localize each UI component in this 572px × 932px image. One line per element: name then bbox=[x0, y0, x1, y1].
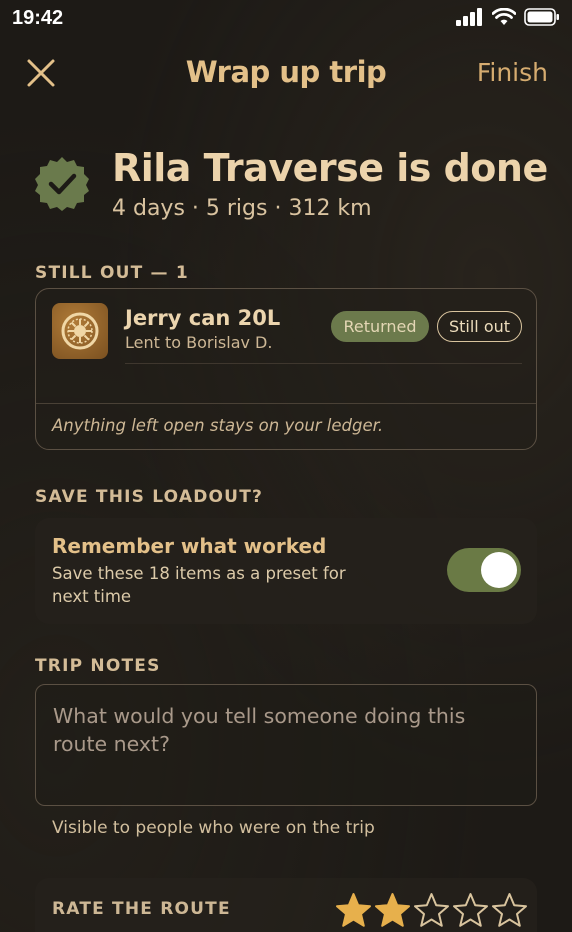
still-out-card: Jerry can 20L Lent to Borislav D. Return… bbox=[35, 288, 537, 450]
item-thumbnail bbox=[52, 303, 108, 359]
tire-icon bbox=[61, 312, 99, 350]
finish-button[interactable]: Finish bbox=[477, 58, 548, 87]
trip-notes-input[interactable]: What would you tell someone doing this r… bbox=[35, 684, 537, 806]
save-loadout-description: Save these 18 items as a preset for next… bbox=[52, 564, 346, 606]
toggle-knob bbox=[481, 552, 517, 588]
star-filled-icon[interactable] bbox=[374, 892, 411, 929]
star-filled-icon[interactable] bbox=[335, 892, 372, 929]
check-badge-icon bbox=[35, 157, 89, 211]
returned-button[interactable]: Returned bbox=[331, 311, 429, 342]
status-icons bbox=[456, 8, 560, 26]
save-loadout-label: SAVE THIS LOADOUT? bbox=[35, 487, 264, 507]
trip-notes-label: TRIP NOTES bbox=[35, 656, 161, 676]
trip-summary: 4 days · 5 rigs · 312 km bbox=[112, 196, 372, 221]
star-rating bbox=[335, 892, 528, 929]
wifi-icon bbox=[492, 8, 516, 25]
status-bar: 19:42 bbox=[0, 0, 572, 38]
trip-done-header: Rila Traverse is done 4 days · 5 rigs · … bbox=[34, 142, 548, 232]
ledger-note: Anything left open stays on your ledger. bbox=[52, 416, 384, 435]
item-lent-to: Lent to Borislav D. bbox=[125, 333, 273, 352]
star-empty-icon[interactable] bbox=[413, 892, 450, 929]
divider bbox=[125, 363, 522, 364]
signal-icon bbox=[456, 8, 482, 26]
save-loadout-title: Remember what worked bbox=[52, 534, 327, 558]
rate-route-label: RATE THE ROUTE bbox=[52, 899, 231, 919]
save-loadout-card: Remember what worked Save these 18 items… bbox=[35, 518, 537, 624]
star-empty-icon[interactable] bbox=[452, 892, 489, 929]
rate-route-card: RATE THE ROUTE bbox=[35, 878, 537, 932]
item-name: Jerry can 20L bbox=[125, 306, 281, 330]
status-time: 19:42 bbox=[12, 7, 64, 29]
trip-done-title: Rila Traverse is done bbox=[112, 146, 548, 190]
star-empty-icon[interactable] bbox=[491, 892, 528, 929]
still-out-button[interactable]: Still out bbox=[437, 311, 522, 342]
nav-bar: Wrap up trip Finish bbox=[0, 52, 572, 96]
save-loadout-toggle[interactable] bbox=[447, 548, 521, 592]
divider bbox=[36, 403, 536, 404]
still-out-label: STILL OUT — 1 bbox=[35, 263, 189, 283]
battery-icon bbox=[524, 8, 559, 26]
trip-notes-hint: Visible to people who were on the trip bbox=[52, 818, 375, 838]
